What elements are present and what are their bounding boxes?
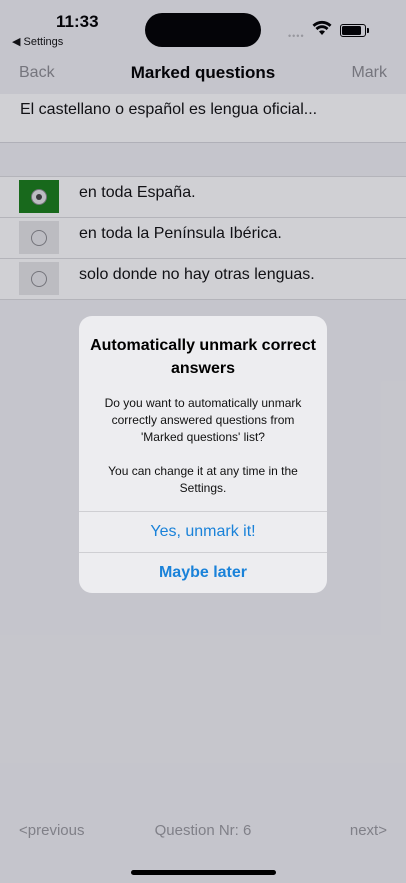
home-indicator[interactable]	[131, 870, 276, 875]
yes-unmark-button[interactable]: Yes, unmark it!	[79, 511, 327, 552]
alert-title: Automatically unmark correct answers	[90, 337, 316, 377]
screen: 11:33 ◀ Settings •••• Back Marked questi…	[0, 0, 406, 883]
unmark-alert-dialog: Automatically unmark correct answers Do …	[79, 316, 327, 593]
maybe-later-button[interactable]: Maybe later	[79, 552, 327, 593]
alert-message: Do you want to automatically unmark corr…	[104, 396, 302, 495]
